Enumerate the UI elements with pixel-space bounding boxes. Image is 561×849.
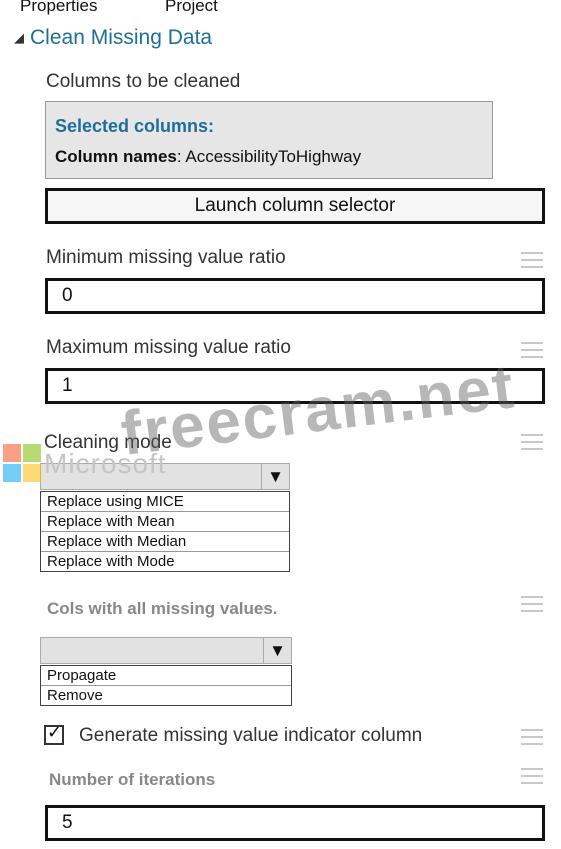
option-remove[interactable]: Remove <box>41 686 291 705</box>
generate-indicator-label: Generate missing value indicator column <box>79 725 423 746</box>
generate-indicator-checkbox[interactable]: ✓ <box>44 722 64 745</box>
collapse-triangle-icon[interactable]: ◢ <box>14 30 24 45</box>
column-names-value: : AccessibilityToHighway <box>176 147 362 166</box>
launch-column-selector-button[interactable]: Launch column selector <box>45 188 545 224</box>
cols-all-missing-label: Cols with all missing values. <box>47 599 278 618</box>
drag-handle-icon[interactable] <box>521 342 543 360</box>
column-names-key: Column names <box>55 147 177 166</box>
option-replace-median[interactable]: Replace with Median <box>41 532 289 552</box>
microsoft-logo-icon <box>3 444 41 482</box>
max-ratio-label: Maximum missing value ratio <box>46 337 291 358</box>
cols-all-missing-options: Propagate Remove <box>40 665 292 706</box>
option-replace-mode[interactable]: Replace with Mode <box>41 552 289 571</box>
option-propagate[interactable]: Propagate <box>41 666 291 686</box>
checkmark-icon: ✓ <box>47 722 63 742</box>
min-ratio-input[interactable]: 0 <box>45 278 545 314</box>
selected-columns-title: Selected columns: <box>55 116 215 136</box>
iterations-input[interactable]: 5 <box>45 805 545 841</box>
iterations-label: Number of iterations <box>49 770 216 789</box>
drag-handle-icon[interactable] <box>521 729 543 747</box>
min-ratio-label: Minimum missing value ratio <box>46 247 286 268</box>
drag-handle-icon[interactable] <box>521 252 543 270</box>
section-title: Clean Missing Data <box>30 26 213 49</box>
drag-handle-icon[interactable] <box>521 434 543 452</box>
tab-project[interactable]: Project <box>165 0 218 16</box>
section-header[interactable]: ◢ Clean Missing Data <box>14 26 212 50</box>
cols-all-missing-select[interactable]: ▼ <box>40 637 292 664</box>
selected-columns-panel: Selected columns: Column names: Accessib… <box>45 101 493 179</box>
option-replace-mice[interactable]: Replace using MICE <box>41 492 289 512</box>
tab-properties[interactable]: Properties <box>20 0 97 16</box>
cleaning-mode-options: Replace using MICE Replace with Mean Rep… <box>40 491 290 572</box>
column-names-line: Column names: AccessibilityToHighway <box>55 147 361 167</box>
drag-handle-icon[interactable] <box>521 768 543 786</box>
option-replace-mean[interactable]: Replace with Mean <box>41 512 289 532</box>
dropdown-arrow-icon[interactable]: ▼ <box>263 638 291 663</box>
dropdown-arrow-icon[interactable]: ▼ <box>261 464 289 489</box>
columns-label: Columns to be cleaned <box>46 71 241 92</box>
drag-handle-icon[interactable] <box>521 596 543 614</box>
